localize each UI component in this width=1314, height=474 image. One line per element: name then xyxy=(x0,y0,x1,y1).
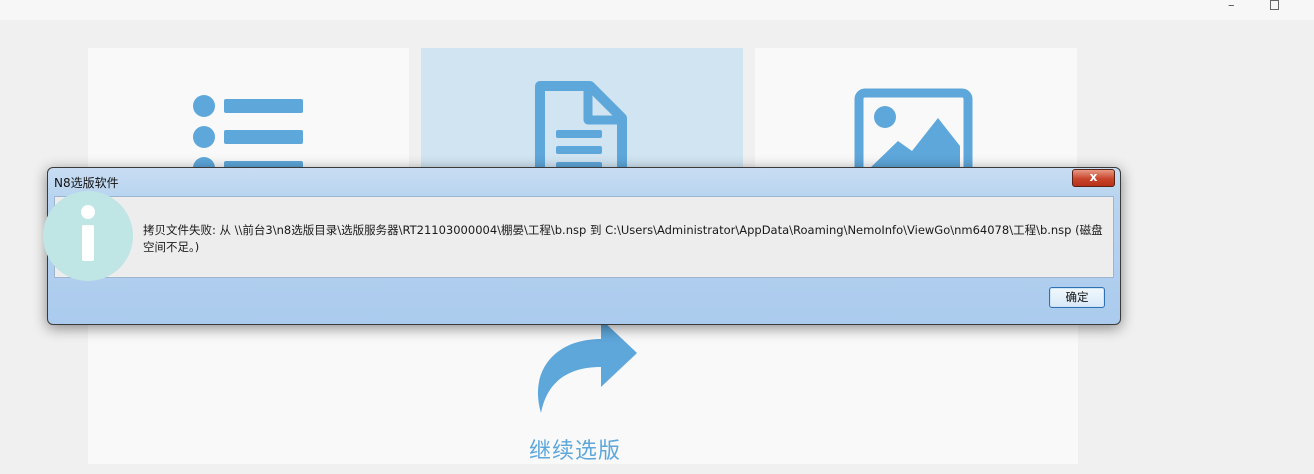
dialog-title: N8选版软件 xyxy=(54,176,119,190)
dialog-body: 拷贝文件失败: 从 \\前台3\n8选版目录\选版服务器\RT211030000… xyxy=(43,191,1114,281)
maximize-button[interactable] xyxy=(1270,0,1279,14)
info-icon xyxy=(43,191,133,281)
error-dialog: N8选版软件 x 拷贝文件失败: 从 \\前台3\n8选版目录\选版服务器\RT… xyxy=(43,167,1121,325)
title-bar xyxy=(0,0,1314,20)
maximize-icon xyxy=(1270,0,1279,10)
minimize-button[interactable]: – xyxy=(1228,0,1235,14)
continue-label[interactable]: 继续选版 xyxy=(510,433,640,465)
ok-button[interactable]: 确定 xyxy=(1049,287,1105,308)
close-button[interactable]: x xyxy=(1072,169,1115,187)
dialog-message: 拷贝文件失败: 从 \\前台3\n8选版目录\选版服务器\RT211030000… xyxy=(143,223,1103,254)
share-arrow-icon xyxy=(537,319,637,413)
